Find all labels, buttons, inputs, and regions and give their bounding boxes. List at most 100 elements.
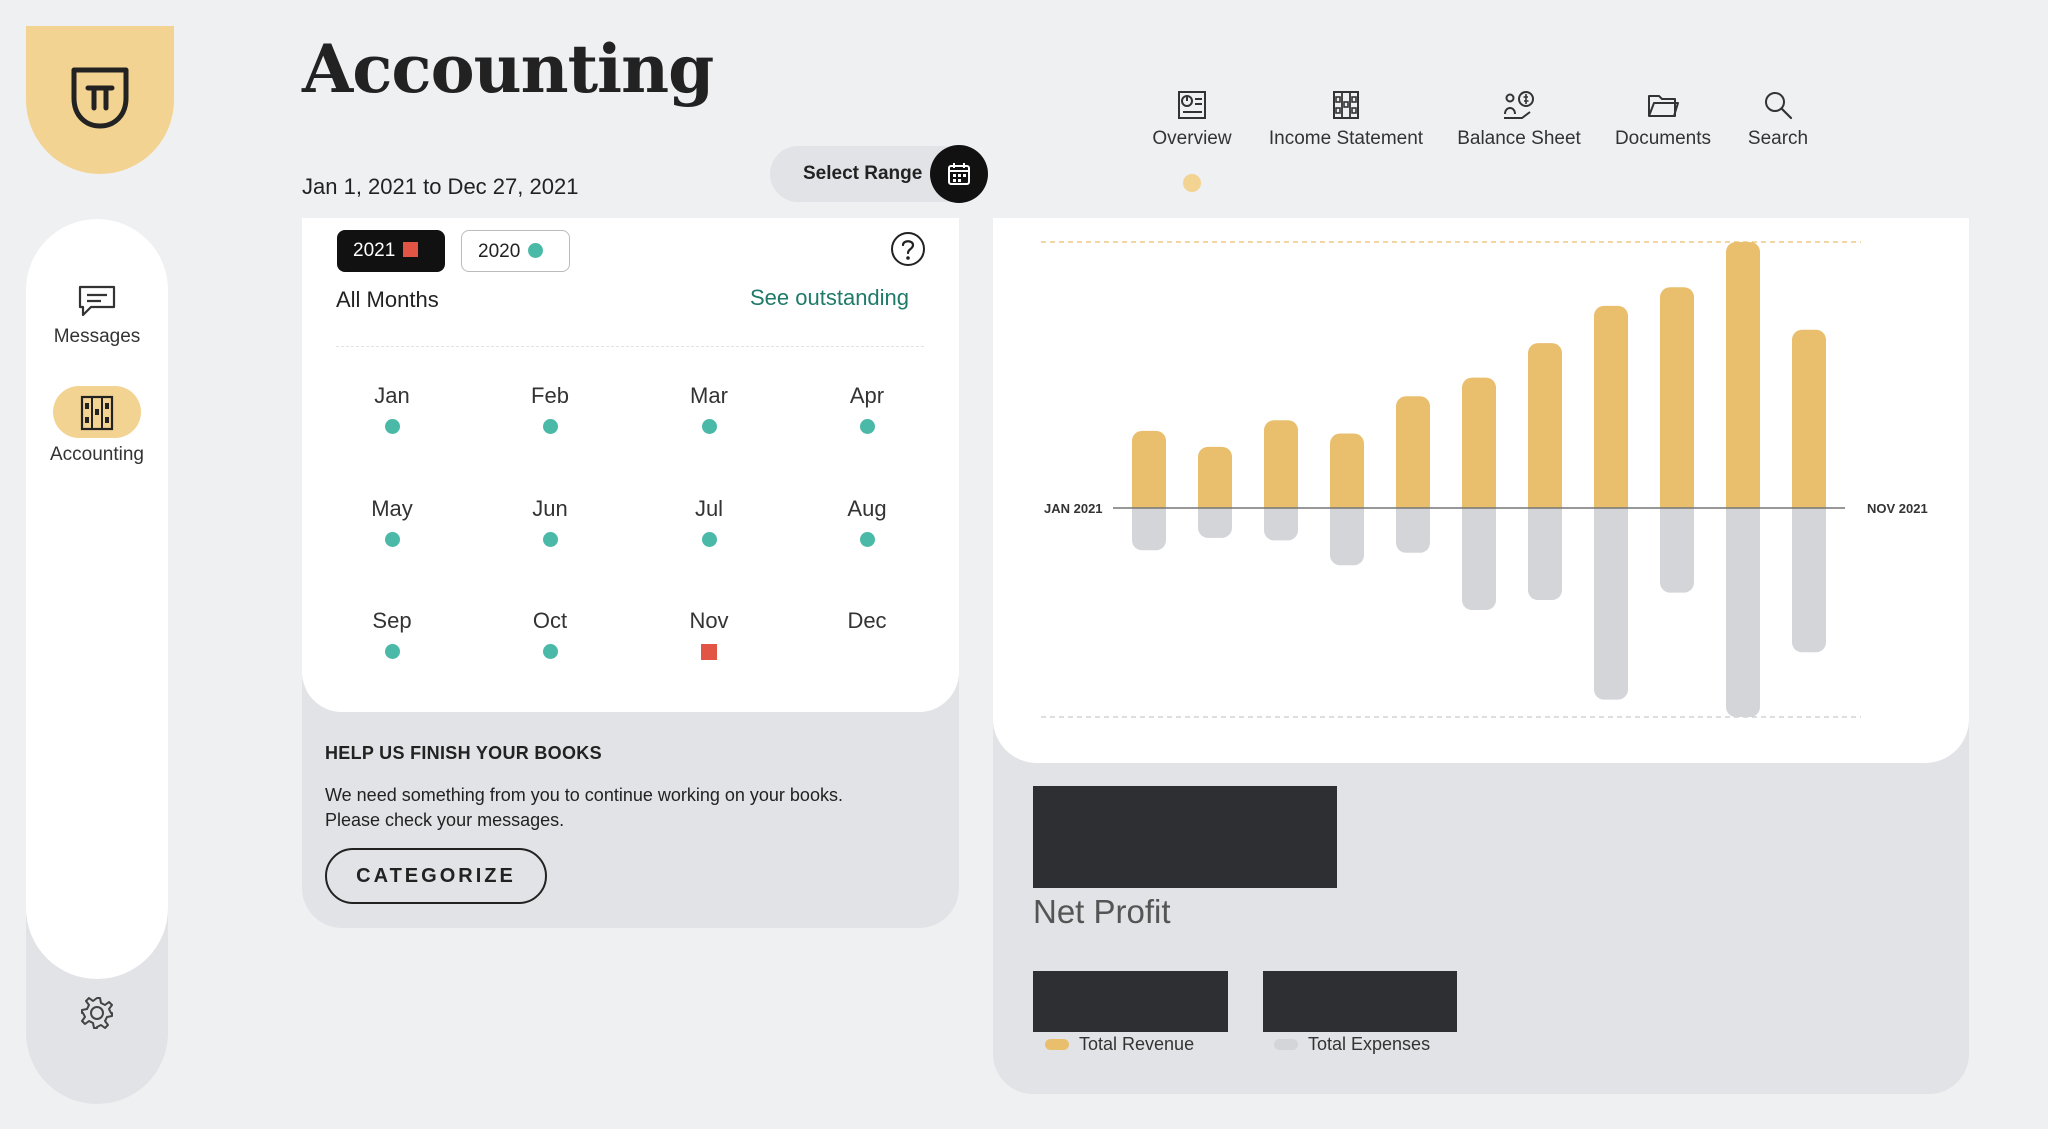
- net-profit-value-redacted: [1033, 786, 1337, 888]
- help-message: We need something from you to continue w…: [325, 783, 925, 833]
- legend-total-revenue: Total Revenue: [1045, 1034, 1194, 1055]
- revenue-bar-base: [1792, 500, 1826, 508]
- year-chip-2021[interactable]: 2021: [337, 230, 445, 272]
- revenue-bar: [1396, 396, 1430, 516]
- month-sep[interactable]: Sep: [332, 608, 452, 659]
- month-jul[interactable]: Jul: [649, 496, 769, 547]
- revenue-expenses-chart: JAN 2021 NOV 2021: [1041, 241, 1928, 718]
- month-oct[interactable]: Oct: [490, 608, 610, 659]
- tab-income-statement[interactable]: Income Statement: [1262, 90, 1430, 150]
- complete-dot-icon: [384, 644, 400, 659]
- month-label: Mar: [690, 383, 728, 408]
- revenue-bar-base: [1726, 500, 1760, 508]
- complete-dot-icon: [701, 419, 717, 434]
- needs-attention-square-icon: [403, 242, 419, 257]
- month-aug[interactable]: Aug: [807, 496, 927, 547]
- month-label: Nov: [689, 608, 729, 633]
- x-tick-label-end: NOV 2021: [1867, 501, 1928, 516]
- tab-documents[interactable]: Documents: [1608, 90, 1718, 150]
- revenue-bar: [1594, 305, 1628, 516]
- month-label: Jun: [532, 496, 568, 521]
- income-statement-icon: [1333, 91, 1359, 119]
- app-logo[interactable]: [26, 26, 174, 174]
- month-jun[interactable]: Jun: [490, 496, 610, 547]
- complete-dot-icon: [859, 419, 875, 434]
- see-outstanding-link[interactable]: See outstanding: [750, 285, 909, 311]
- month-label: Apr: [849, 383, 885, 408]
- month-label: Sep: [372, 608, 412, 633]
- month-mar[interactable]: Mar: [649, 383, 769, 434]
- month-label: Jul: [694, 496, 724, 521]
- month-nov[interactable]: Nov: [649, 608, 769, 660]
- month-feb[interactable]: Feb: [490, 383, 610, 434]
- revenue-bar-base: [1528, 500, 1562, 508]
- select-range-label: Select Range: [803, 163, 923, 184]
- revenue-bar: [1726, 242, 1760, 516]
- net-profit-label: Net Profit: [1033, 893, 1171, 930]
- expense-bar: [1660, 500, 1694, 593]
- calendar-button[interactable]: [930, 145, 988, 203]
- complete-dot-icon: [384, 532, 400, 547]
- sidebar-item-accounting[interactable]: Accounting: [26, 444, 168, 466]
- revenue-bar-base: [1594, 500, 1628, 508]
- complete-dot-icon: [528, 243, 544, 258]
- expense-bar: [1594, 500, 1628, 700]
- sidebar-item-accounting-highlight[interactable]: [53, 386, 141, 438]
- sidebar-item-messages[interactable]: Messages: [26, 284, 168, 348]
- calendar-icon: [948, 163, 970, 185]
- tab-overview[interactable]: Overview: [1147, 90, 1237, 150]
- complete-dot-icon: [542, 532, 558, 547]
- tab-search[interactable]: Search: [1738, 90, 1818, 150]
- complete-dot-icon: [384, 419, 400, 434]
- expense-bar: [1330, 500, 1364, 566]
- month-label: Oct: [532, 608, 568, 633]
- month-dec[interactable]: Dec: [807, 608, 927, 634]
- search-icon: [1765, 92, 1793, 120]
- month-label: Aug: [847, 496, 887, 521]
- total-revenue-value-redacted: [1033, 971, 1228, 1032]
- month-label: Jan: [374, 383, 410, 408]
- sidebar-item-label: Messages: [53, 326, 141, 347]
- expense-bar: [1792, 500, 1826, 653]
- legend-label: Total Expenses: [1308, 1034, 1431, 1054]
- revenue-bar: [1660, 287, 1694, 516]
- revenue-bar-base: [1264, 500, 1298, 508]
- divider: [336, 346, 924, 347]
- help-title: HELP US FINISH YOUR BOOKS: [325, 743, 602, 763]
- revenue-bar-base: [1198, 500, 1232, 508]
- gear-icon[interactable]: [78, 994, 116, 1032]
- page-title: Accounting: [302, 30, 714, 108]
- month-apr[interactable]: Apr: [807, 383, 927, 434]
- year-chip-2020[interactable]: 2020: [461, 230, 570, 272]
- help-question-icon[interactable]: [890, 231, 926, 267]
- complete-dot-icon: [859, 532, 875, 547]
- folder-icon: [1648, 95, 1679, 117]
- expenses-swatch: [1274, 1039, 1298, 1050]
- legend-label: Total Revenue: [1079, 1034, 1195, 1054]
- categorize-button[interactable]: CATEGORIZE: [325, 848, 547, 904]
- month-label: May: [371, 496, 413, 521]
- needs-attention-square-icon: [701, 644, 717, 660]
- expense-bar: [1726, 500, 1760, 717]
- revenue-bar-base: [1462, 500, 1496, 508]
- complete-dot-icon: [542, 419, 558, 434]
- tab-balance-sheet[interactable]: Balance Sheet: [1455, 90, 1583, 150]
- expense-bar: [1462, 500, 1496, 611]
- sidebar-item-label: Accounting: [49, 444, 144, 465]
- date-range-label: Jan 1, 2021 to Dec 27, 2021: [302, 174, 579, 199]
- month-label: Dec: [847, 608, 887, 633]
- year-label: 2020: [478, 241, 521, 262]
- revenue-bar: [1528, 343, 1562, 516]
- month-jan[interactable]: Jan: [332, 383, 452, 434]
- month-may[interactable]: May: [332, 496, 452, 547]
- active-tab-indicator: [1183, 174, 1201, 192]
- help-message-line: Please check your messages.: [325, 810, 565, 830]
- total-expenses-value-redacted: [1263, 971, 1457, 1032]
- revenue-bar-base: [1660, 500, 1694, 508]
- revenue-bar-base: [1132, 500, 1166, 508]
- help-message-line: We need something from you to continue w…: [325, 785, 843, 805]
- revenue-bar: [1792, 329, 1826, 516]
- year-label: 2021: [353, 240, 396, 261]
- tab-label: Search: [1747, 128, 1809, 149]
- month-label: Feb: [531, 383, 569, 408]
